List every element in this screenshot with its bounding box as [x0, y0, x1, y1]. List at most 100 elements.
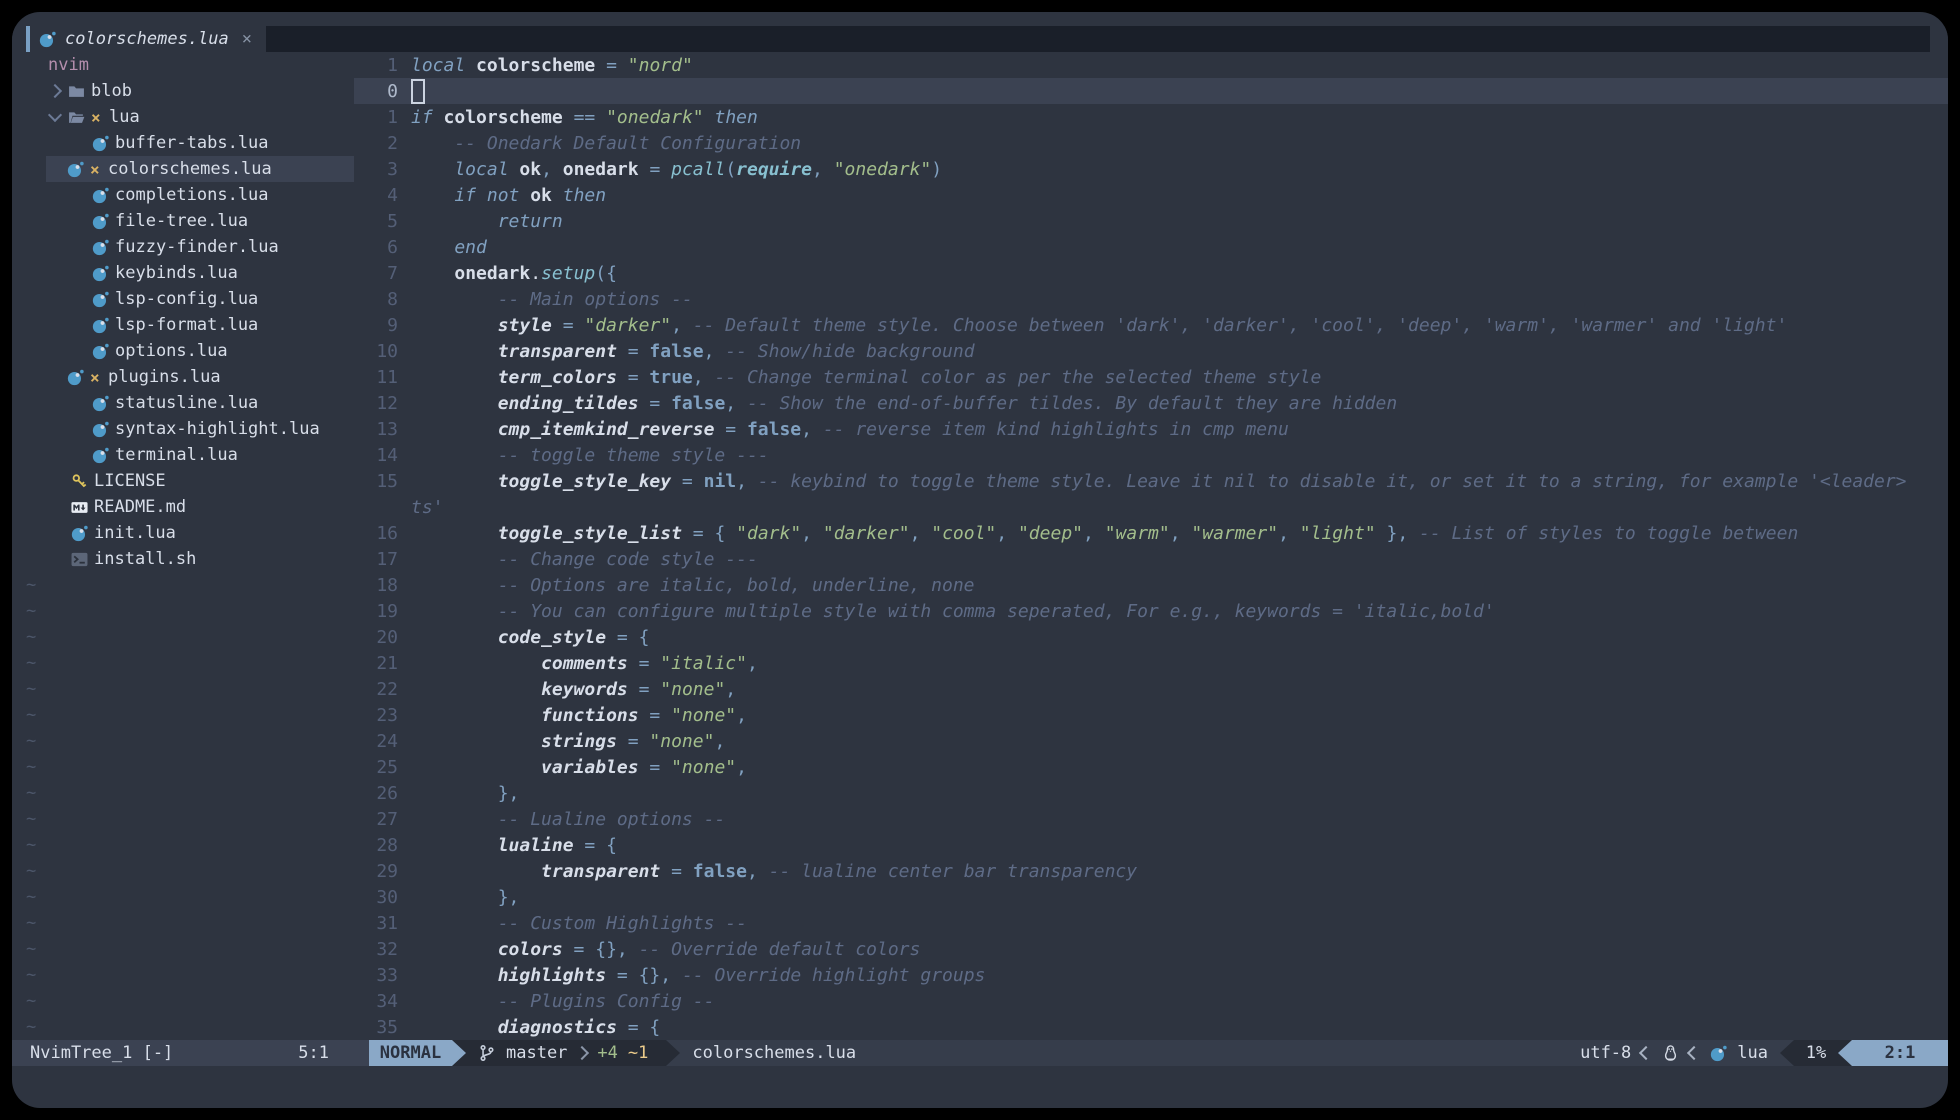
tree-item[interactable]: ×colorschemes.lua	[12, 156, 354, 182]
code-line-cursor[interactable]: 0	[354, 78, 1948, 104]
code-line[interactable]: 20 code_style = {	[354, 624, 1948, 650]
tabline-left-spacer	[12, 26, 26, 52]
tree-item[interactable]: options.lua	[12, 338, 354, 364]
tree-item[interactable]: fuzzy-finder.lua	[12, 234, 354, 260]
code-line[interactable]: 32 colors = {}, -- Override default colo…	[354, 936, 1948, 962]
token: local	[411, 159, 519, 180]
code-line[interactable]: 14 -- toggle theme style ---	[354, 442, 1948, 468]
line-number: 29	[354, 861, 398, 882]
tree-item[interactable]: terminal.lua	[12, 442, 354, 468]
code-line[interactable]: 34 -- Plugins Config --	[354, 988, 1948, 1014]
token: =	[628, 653, 661, 674]
code-text: onedark.setup({	[411, 263, 617, 284]
buffer-tab-colorschemes[interactable]: colorschemes.lua ×	[26, 26, 266, 52]
code-line[interactable]: 29 transparent = false, -- lualine cente…	[354, 858, 1948, 884]
code-line[interactable]: 25 variables = "none",	[354, 754, 1948, 780]
code-line[interactable]: 26 },	[354, 780, 1948, 806]
token: ok	[519, 159, 541, 180]
code-line[interactable]: 33 highlights = {}, -- Override highligh…	[354, 962, 1948, 988]
code-line[interactable]: 31 -- Custom Highlights --	[354, 910, 1948, 936]
token: -- Options are italic, bold, underline, …	[411, 575, 975, 596]
nvimtree-cursor-position: 5:1	[298, 1043, 329, 1063]
code-line[interactable]: 4 if not ok then	[354, 182, 1948, 208]
progress-indicator: 1%	[1794, 1040, 1838, 1066]
token: -- Default theme style. Choose between '…	[682, 315, 1787, 336]
token: style	[411, 315, 552, 336]
code-line[interactable]: 13 cmp_itemkind_reverse = false, -- reve…	[354, 416, 1948, 442]
token: colors	[411, 939, 563, 960]
code-line[interactable]: 1if colorscheme == "onedark" then	[354, 104, 1948, 130]
tree-item[interactable]: nvim	[12, 52, 354, 78]
tree-item-label: LICENSE	[94, 471, 166, 491]
line-number: 23	[354, 705, 398, 726]
chevron-right-icon[interactable]	[48, 84, 62, 98]
editor-buffer: 1local colorscheme = "nord"01if colorsch…	[354, 52, 1948, 1040]
code-line[interactable]: 10 transparent = false, -- Show/hide bac…	[354, 338, 1948, 364]
empty-line-tilde: ~	[12, 676, 354, 702]
token: )	[931, 159, 942, 180]
code-line[interactable]: 8 -- Main options --	[354, 286, 1948, 312]
token: =	[563, 939, 596, 960]
tree-item[interactable]: file-tree.lua	[12, 208, 354, 234]
tree-item[interactable]: buffer-tabs.lua	[12, 130, 354, 156]
code-line[interactable]: 19 -- You can configure multiple style w…	[354, 598, 1948, 624]
tab-close-icon[interactable]: ×	[242, 29, 252, 49]
line-number: 4	[354, 185, 398, 206]
tree-item[interactable]: README.md	[12, 494, 354, 520]
token: variables	[411, 757, 639, 778]
code-line[interactable]: ts'	[354, 494, 1948, 520]
code-line[interactable]: 11 term_colors = true, -- Change termina…	[354, 364, 1948, 390]
tree-item[interactable]: keybinds.lua	[12, 260, 354, 286]
code-line[interactable]: 6 end	[354, 234, 1948, 260]
chevron-down-icon[interactable]	[48, 108, 62, 122]
tree-item[interactable]: syntax-highlight.lua	[12, 416, 354, 442]
code-text: if not ok then	[411, 185, 606, 206]
tree-item[interactable]: LICENSE	[12, 468, 354, 494]
code-line[interactable]: 24 strings = "none",	[354, 728, 1948, 754]
code-line[interactable]: 18 -- Options are italic, bold, underlin…	[354, 572, 1948, 598]
tree-item[interactable]: init.lua	[12, 520, 354, 546]
token: -- keybind to toggle theme style. Leave …	[747, 471, 1907, 492]
git-dirty-icon: ×	[90, 368, 102, 387]
code-line[interactable]: 30 },	[354, 884, 1948, 910]
token: ,	[996, 523, 1018, 544]
code-line[interactable]: 5 return	[354, 208, 1948, 234]
code-text: cmp_itemkind_reverse = false, -- reverse…	[411, 419, 1289, 440]
tree-item-label: install.sh	[94, 549, 196, 569]
code-line[interactable]: 2 -- Onedark Default Configuration	[354, 130, 1948, 156]
code-line[interactable]: 3 local ok, onedark = pcall(require, "on…	[354, 156, 1948, 182]
tree-item[interactable]: install.sh	[12, 546, 354, 572]
line-number: 1	[354, 55, 398, 76]
code-line[interactable]: 28 lualine = {	[354, 832, 1948, 858]
line-number: 10	[354, 341, 398, 362]
code-line[interactable]: 21 comments = "italic",	[354, 650, 1948, 676]
token: ,	[704, 341, 715, 362]
code-line[interactable]: 9 style = "darker", -- Default theme sty…	[354, 312, 1948, 338]
token: "none"	[660, 679, 725, 700]
token: ({	[595, 263, 617, 284]
code-line[interactable]: 17 -- Change code style ---	[354, 546, 1948, 572]
code-line[interactable]: 1local colorscheme = "nord"	[354, 52, 1948, 78]
statusline-middle: colorschemes.lua utf-8 lua	[680, 1040, 1780, 1066]
tree-item[interactable]: statusline.lua	[12, 390, 354, 416]
tree-item-label: terminal.lua	[115, 445, 238, 465]
token: =	[617, 341, 650, 362]
code-line[interactable]: 22 keywords = "none",	[354, 676, 1948, 702]
code-line[interactable]: 23 functions = "none",	[354, 702, 1948, 728]
code-line[interactable]: 35 diagnostics = {	[354, 1014, 1948, 1040]
lua-icon	[67, 369, 84, 386]
tree-item[interactable]: lsp-config.lua	[12, 286, 354, 312]
token: ,	[725, 393, 736, 414]
code-line[interactable]: 27 -- Lualine options --	[354, 806, 1948, 832]
empty-line-tilde: ~	[12, 728, 354, 754]
token: -- Show/hide background	[714, 341, 974, 362]
code-line[interactable]: 16 toggle_style_list = { "dark", "darker…	[354, 520, 1948, 546]
tree-item[interactable]: completions.lua	[12, 182, 354, 208]
tree-item[interactable]: ×plugins.lua	[12, 364, 354, 390]
code-line[interactable]: 12 ending_tildes = false, -- Show the en…	[354, 390, 1948, 416]
code-line[interactable]: 7 onedark.setup({	[354, 260, 1948, 286]
tree-item[interactable]: ×lua	[12, 104, 354, 130]
code-line[interactable]: 15 toggle_style_key = nil, -- keybind to…	[354, 468, 1948, 494]
tree-item[interactable]: lsp-format.lua	[12, 312, 354, 338]
tree-item[interactable]: blob	[12, 78, 354, 104]
